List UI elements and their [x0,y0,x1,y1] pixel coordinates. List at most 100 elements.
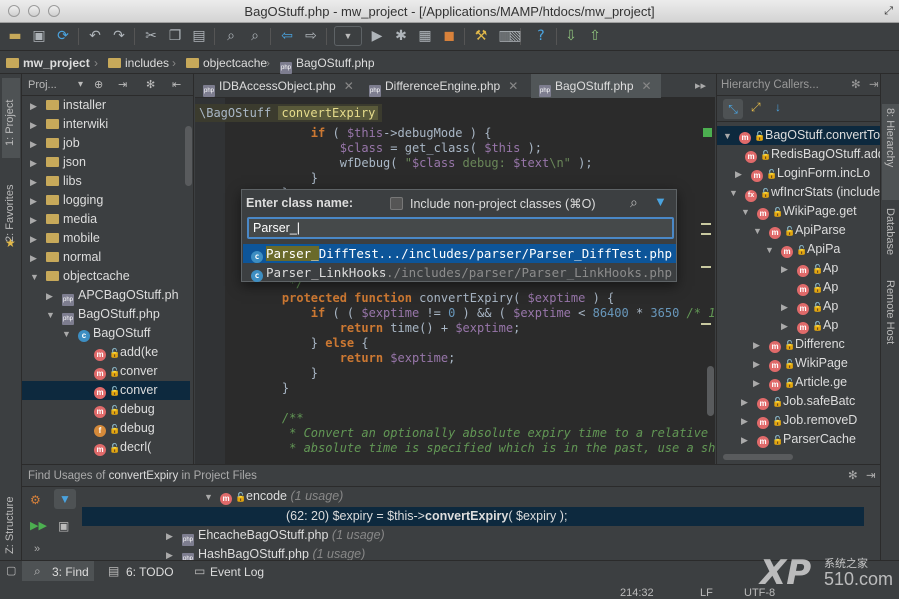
vcs-commit-icon[interactable]: ⇧ [586,27,604,45]
breadcrumb-method[interactable]: convertExpiry [278,106,379,120]
chevron-right-icon[interactable]: ▶ [30,173,40,192]
filter-icon[interactable]: ▼ [54,489,76,509]
stop-icon[interactable]: ◼ [440,27,458,45]
chevron-right-icon[interactable]: ▶ [30,230,40,249]
database-tool-label[interactable]: Database [884,208,896,255]
popup-result-item[interactable]: c Parser_LinkHooks .../includes/parser/Par… [243,263,676,282]
settings-icon[interactable]: ⚒ [472,27,490,45]
chevron-down-icon[interactable]: ▼ [729,184,739,203]
project-tree-item[interactable]: ▶ installer [22,96,190,115]
chevron-right-icon[interactable]: ▶ [741,412,751,431]
hierarchy-item[interactable]: ▼ m 🔓ApiPa [717,240,880,259]
chevron-right-icon[interactable]: ▶ [30,249,40,268]
sync-tree-icon[interactable]: ⊕ [94,74,103,96]
next-occurrence-icon[interactable]: ▶▶ [30,519,47,532]
popup-result-item[interactable]: c Parser_DiffTest .../includes/parser/Pars… [243,244,676,263]
project-tree-item[interactable]: m 🔓conver [22,362,190,381]
include-nonproject-label[interactable]: Include non-project classes (⌘O) [410,196,596,211]
hierarchy-scrollbar[interactable] [723,454,793,460]
usage-file-row[interactable]: ▶ php EhcacheBagOStuff.php (1 usage) [166,526,385,546]
project-tree-item[interactable]: ▶ libs [22,172,190,191]
project-tree-item[interactable]: ▼ php BagOStuff.php [22,305,190,325]
chevron-right-icon[interactable]: ▶ [30,154,40,173]
structure-tool-label[interactable]: Z: Structure [4,497,16,554]
editor-scrollbar[interactable] [707,366,714,416]
project-view-dropdown[interactable]: Proj... [28,79,57,91]
hierarchy-item[interactable]: ▶ m 🔓LoginForm.incLo [717,164,880,183]
zoom-window-button[interactable] [48,5,60,17]
chevron-right-icon[interactable]: ▶ [781,317,791,336]
breadcrumb-class[interactable]: \BagOStuff [199,106,271,120]
callee-hierarchy-icon[interactable]: ⤡ [723,99,743,119]
vcs-update-icon[interactable]: ⇩ [562,27,580,45]
project-tree-item[interactable]: m 🔓add(ke [22,343,190,362]
hierarchy-item[interactable]: ▶ m 🔓Job.safeBatc [717,392,880,411]
include-nonproject-checkbox[interactable] [390,197,403,210]
copy-icon[interactable]: ❐ [166,27,184,45]
collapse-icon[interactable]: ⇥ [118,74,127,96]
hierarchy-item[interactable]: ▶ m 🔓WikiPage [717,354,880,373]
chevron-right-icon[interactable]: ▶ [735,165,745,184]
chevron-right-icon[interactable]: ▶ [30,97,40,116]
chevron-right-icon[interactable]: ▶ [753,374,763,393]
chevron-down-icon[interactable]: ▼ [741,203,751,222]
chevron-down-icon[interactable]: ▾ [78,74,83,96]
project-scrollbar[interactable] [185,126,192,186]
error-stripe-mark[interactable] [701,323,711,325]
class-name-input[interactable]: Parser_| [247,217,674,239]
project-tree-item[interactable]: ▶ normal [22,248,190,267]
error-stripe-mark[interactable] [701,223,711,225]
tab-bagostuff[interactable]: php BagOStuff.php ✕ [531,74,661,98]
chevron-right-icon[interactable]: ▶ [753,336,763,355]
sort-alpha-icon[interactable]: ↓ [775,100,781,114]
project-tree-item[interactable]: ▼ objectcache [22,267,190,286]
hierarchy-item[interactable]: ▼ m 🔓ApiParse [717,221,880,240]
sdk-icon[interactable]: ▧ [506,27,524,45]
project-tree-item[interactable]: ▶ media [22,210,190,229]
chevron-down-icon[interactable]: ▼ [765,241,775,260]
hide-panel-icon[interactable]: ⇥ [866,465,876,487]
usage-line-row[interactable]: (62: 20) $expiry = $this->convertExpiry(… [82,507,864,526]
hierarchy-item[interactable]: ▼ fx 🔓wfIncrStats (include [717,183,880,202]
preview-icon[interactable]: ▣ [58,519,69,533]
rerun-icon[interactable]: ⚙ [30,493,41,507]
tab-idbaccessobject[interactable]: php IDBAccessObject.php ✕ [195,74,359,98]
event-log-label[interactable]: Event Log [210,565,264,579]
sync-icon[interactable]: ⟳ [54,27,72,45]
close-tab-icon[interactable]: ✕ [642,79,652,93]
chevron-down-icon[interactable]: ▼ [46,306,56,325]
toggle-tool-windows-icon[interactable]: ▢ [6,564,16,577]
project-tree-item[interactable]: m 🔓decrl( [22,438,190,457]
chevron-down-icon[interactable]: ▼ [62,325,72,344]
undo-icon[interactable]: ↶ [86,27,104,45]
nav-crumb-objectcache[interactable]: objectcache [186,55,267,71]
chevron-down-icon[interactable]: ▼ [723,127,733,146]
tab-differenceengine[interactable]: php DifferenceEngine.php ✕ [361,74,529,98]
error-stripe-mark[interactable] [701,266,711,268]
debug-icon[interactable]: ✱ [392,27,410,45]
hierarchy-item[interactable]: ▼ m 🔓BagOStuff.convertToR [717,126,880,145]
forward-icon[interactable]: ⇨ [302,27,320,45]
find-icon[interactable]: ⌕ [222,27,240,45]
hierarchy-tool-label[interactable]: 8: Hierarchy [884,108,896,167]
project-tree-item[interactable]: m 🔓conver [22,381,190,400]
chevron-right-icon[interactable]: ▶ [30,135,40,154]
chevron-right-icon[interactable]: ▶ [741,431,751,450]
close-tab-icon[interactable]: ✕ [344,79,354,93]
chevron-right-icon[interactable]: ▶ [46,287,56,306]
hierarchy-item[interactable]: ▶ m 🔓Article.ge [717,373,880,392]
chevron-down-icon[interactable]: ▼ [753,222,763,241]
hierarchy-item[interactable]: ▶ m 🔓ParserCache [717,430,880,449]
back-icon[interactable]: ⇦ [278,27,296,45]
find-tool-label[interactable]: 3: Find [52,565,89,579]
hierarchy-item[interactable]: ▶ m 🔓Ap [717,259,880,278]
hide-panel-icon[interactable]: ⇤ [172,74,181,96]
hierarchy-item[interactable]: ▶ m 🔓Job.removeD [717,411,880,430]
run-icon[interactable]: ▶ [368,27,386,45]
gear-icon[interactable]: ✻ [848,465,858,487]
nav-crumb-includes[interactable]: includes [108,55,169,71]
coverage-icon[interactable]: ▦ [416,27,434,45]
chevron-right-icon[interactable]: ▶ [30,192,40,211]
gear-icon[interactable]: ✻ [146,74,155,96]
help-icon[interactable]: ? [532,27,550,45]
